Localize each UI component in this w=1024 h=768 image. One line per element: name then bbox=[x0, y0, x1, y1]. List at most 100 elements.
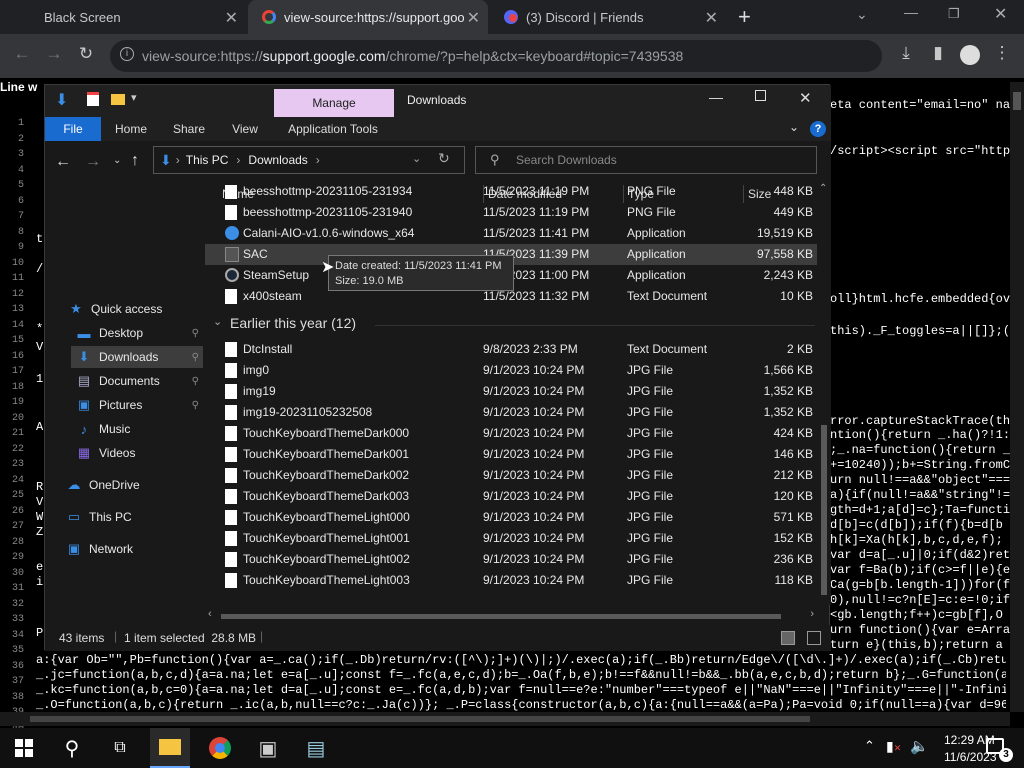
start-button[interactable] bbox=[4, 728, 44, 768]
large-icons-view-icon[interactable] bbox=[807, 631, 821, 645]
file-row[interactable]: DtcInstall 9/8/2023 2:33 PM Text Document 2… bbox=[205, 339, 817, 360]
close-icon[interactable]: ✕ bbox=[799, 89, 812, 107]
taskbar-app-2[interactable]: ▤ bbox=[296, 728, 336, 768]
item-count: 43 items bbox=[59, 631, 105, 645]
file-row[interactable]: TouchKeyboardThemeLight001 9/1/2023 10:24… bbox=[205, 528, 817, 549]
list-h-scrollbar[interactable]: ‹ › bbox=[205, 608, 817, 623]
details-view-icon[interactable] bbox=[781, 631, 795, 645]
tab-view-source[interactable]: view-source:https://support.goo ✕ bbox=[248, 0, 488, 34]
site-info-icon[interactable]: i bbox=[120, 47, 134, 61]
tab-share[interactable]: Share bbox=[165, 117, 213, 141]
tab-discord[interactable]: (3) Discord | Friends ✕ bbox=[490, 0, 726, 34]
forward-icon[interactable]: → bbox=[42, 44, 66, 64]
download-arrow-icon[interactable]: ⬇ bbox=[55, 90, 68, 110]
line-number: 27 bbox=[11, 521, 24, 532]
customize-chevron-icon[interactable]: ▾ bbox=[131, 91, 137, 104]
tab-search-chevron-icon[interactable]: ⌄ bbox=[856, 6, 868, 23]
download-icon[interactable]: ⤓ bbox=[894, 43, 918, 63]
scroll-right-icon[interactable]: › bbox=[810, 608, 814, 620]
forward-icon[interactable]: → bbox=[85, 153, 101, 171]
line-number: 15 bbox=[11, 335, 24, 346]
manage-context-tab[interactable]: Manage bbox=[274, 89, 394, 117]
line-number: 38 bbox=[11, 691, 24, 703]
breadcrumb-this-pc[interactable]: This PC bbox=[186, 153, 229, 167]
task-view-button[interactable]: ⧉ bbox=[100, 728, 140, 768]
taskbar-file-explorer[interactable] bbox=[150, 728, 190, 768]
file-row[interactable]: img19-20231105232508 9/1/2023 10:24 PM JPG… bbox=[205, 402, 817, 423]
recent-locations-icon[interactable]: ⌄ bbox=[113, 155, 121, 166]
file-row[interactable]: TouchKeyboardThemeDark003 9/1/2023 10:24 … bbox=[205, 486, 817, 507]
file-row[interactable]: TouchKeyboardThemeLight000 9/1/2023 10:24… bbox=[205, 507, 817, 528]
file-row[interactable]: TouchKeyboardThemeDark002 9/1/2023 10:24 … bbox=[205, 465, 817, 486]
nav-quick-access[interactable]: ★ Quick access bbox=[67, 298, 162, 320]
file-row[interactable]: TouchKeyboardThemeLight003 9/1/2023 10:24… bbox=[205, 570, 817, 591]
close-tab-icon[interactable]: ✕ bbox=[467, 8, 480, 28]
nav-onedrive[interactable]: ☁ OneDrive bbox=[65, 474, 140, 496]
nav-videos[interactable]: ▦ Videos bbox=[75, 442, 136, 464]
close-window-icon[interactable]: ✕ bbox=[994, 4, 1007, 24]
tab-view[interactable]: View bbox=[221, 117, 269, 141]
nav-desktop[interactable]: ▬ Desktop ⚲ bbox=[75, 322, 203, 344]
up-icon[interactable]: ↑ bbox=[131, 152, 139, 170]
scroll-left-icon[interactable]: ‹ bbox=[208, 608, 212, 620]
nav-documents[interactable]: ▤ Documents ⚲ bbox=[75, 370, 203, 392]
file-row[interactable]: Calani-AIO-v1.0.6-windows_x64 11/5/2023 1… bbox=[205, 223, 817, 244]
nav-pictures[interactable]: ▣ Pictures ⚲ bbox=[75, 394, 203, 416]
tab-black-screen[interactable]: Black Screen ✕ bbox=[0, 0, 246, 34]
close-tab-icon[interactable]: ✕ bbox=[705, 8, 718, 28]
taskbar-app-1[interactable]: ▣ bbox=[248, 728, 288, 768]
search-input[interactable]: ⚲ Search Downloads bbox=[475, 146, 817, 174]
group-header-earlier[interactable]: ⌄ Earlier this year (12) bbox=[205, 313, 817, 335]
refresh-icon[interactable]: ↻ bbox=[438, 150, 450, 167]
new-tab-icon[interactable]: + bbox=[738, 4, 751, 30]
file-row[interactable]: beesshottmp-20231105-231934 11/5/2023 11:… bbox=[205, 185, 817, 202]
code-fragment: * bbox=[36, 322, 44, 336]
minimize-icon[interactable]: — bbox=[709, 89, 723, 105]
file-type: JPG File bbox=[627, 489, 674, 503]
new-folder-icon[interactable] bbox=[111, 94, 125, 105]
file-name: TouchKeyboardThemeLight000 bbox=[243, 510, 410, 524]
minimize-icon[interactable]: — bbox=[904, 4, 918, 20]
reload-icon[interactable]: ↻ bbox=[74, 44, 98, 64]
file-row[interactable]: TouchKeyboardThemeDark001 9/1/2023 10:24 … bbox=[205, 444, 817, 465]
file-row[interactable]: img19 9/1/2023 10:24 PM JPG File 1,352 KB bbox=[205, 381, 817, 402]
tab-application-tools[interactable]: Application Tools bbox=[277, 117, 389, 141]
file-name: img19-20231105232508 bbox=[243, 405, 373, 419]
maximize-icon[interactable] bbox=[755, 90, 766, 101]
page-horizontal-scrollbar[interactable] bbox=[0, 712, 1010, 726]
nav-music[interactable]: ♪ Music bbox=[75, 418, 131, 440]
nav-downloads[interactable]: ⬇ Downloads ⚲ bbox=[71, 346, 203, 368]
tab-file[interactable]: File bbox=[45, 117, 101, 141]
file-row[interactable]: TouchKeyboardThemeDark000 9/1/2023 10:24 … bbox=[205, 423, 817, 444]
close-tab-icon[interactable]: ✕ bbox=[225, 8, 238, 28]
address-bar[interactable]: i view-source:https://support.google.com… bbox=[110, 40, 882, 72]
network-status-icon[interactable]: ▮✕ bbox=[886, 738, 901, 755]
profile-avatar[interactable] bbox=[960, 45, 980, 65]
history-dropdown-icon[interactable]: ⌄ bbox=[412, 152, 421, 165]
nav-network[interactable]: ▣ Network bbox=[65, 538, 133, 560]
restore-icon[interactable]: ❐ bbox=[948, 6, 960, 22]
list-scrollbar[interactable]: ⌃ bbox=[817, 183, 831, 605]
scroll-up-icon[interactable]: ⌃ bbox=[819, 183, 827, 194]
file-row[interactable]: img0 9/1/2023 10:24 PM JPG File 1,566 KB bbox=[205, 360, 817, 381]
volume-icon[interactable]: 🔈 bbox=[910, 737, 929, 755]
file-row[interactable]: beesshottmp-20231105-231940 11/5/2023 11:… bbox=[205, 202, 817, 223]
search-button[interactable]: ⚲ bbox=[52, 728, 92, 768]
back-icon[interactable]: ← bbox=[10, 44, 34, 64]
tab-home[interactable]: Home bbox=[107, 117, 155, 141]
help-icon[interactable]: ? bbox=[810, 121, 826, 137]
code-line: h[k]=Xa(h[k],b,c,d,e,f); bbox=[830, 533, 1003, 547]
nav-this-pc[interactable]: ▭ This PC bbox=[65, 506, 132, 528]
page-vertical-scrollbar[interactable] bbox=[1010, 82, 1024, 712]
code-fragment: V bbox=[36, 340, 44, 354]
file-row[interactable]: TouchKeyboardThemeLight002 9/1/2023 10:24… bbox=[205, 549, 817, 570]
expand-ribbon-icon[interactable]: ⌄ bbox=[789, 120, 799, 134]
breadcrumb-downloads[interactable]: Downloads bbox=[248, 153, 307, 167]
address-breadcrumb[interactable]: ⬇ › This PC › Downloads › ⌄ ↻ bbox=[153, 146, 465, 174]
side-panel-icon[interactable]: ▮ bbox=[926, 43, 950, 63]
show-hidden-icons-icon[interactable]: ⌃ bbox=[864, 738, 875, 754]
back-icon[interactable]: ← bbox=[55, 153, 71, 171]
properties-icon[interactable] bbox=[87, 92, 99, 106]
menu-kebab-icon[interactable]: ⋮ bbox=[990, 43, 1014, 63]
taskbar-chrome[interactable] bbox=[200, 728, 240, 768]
